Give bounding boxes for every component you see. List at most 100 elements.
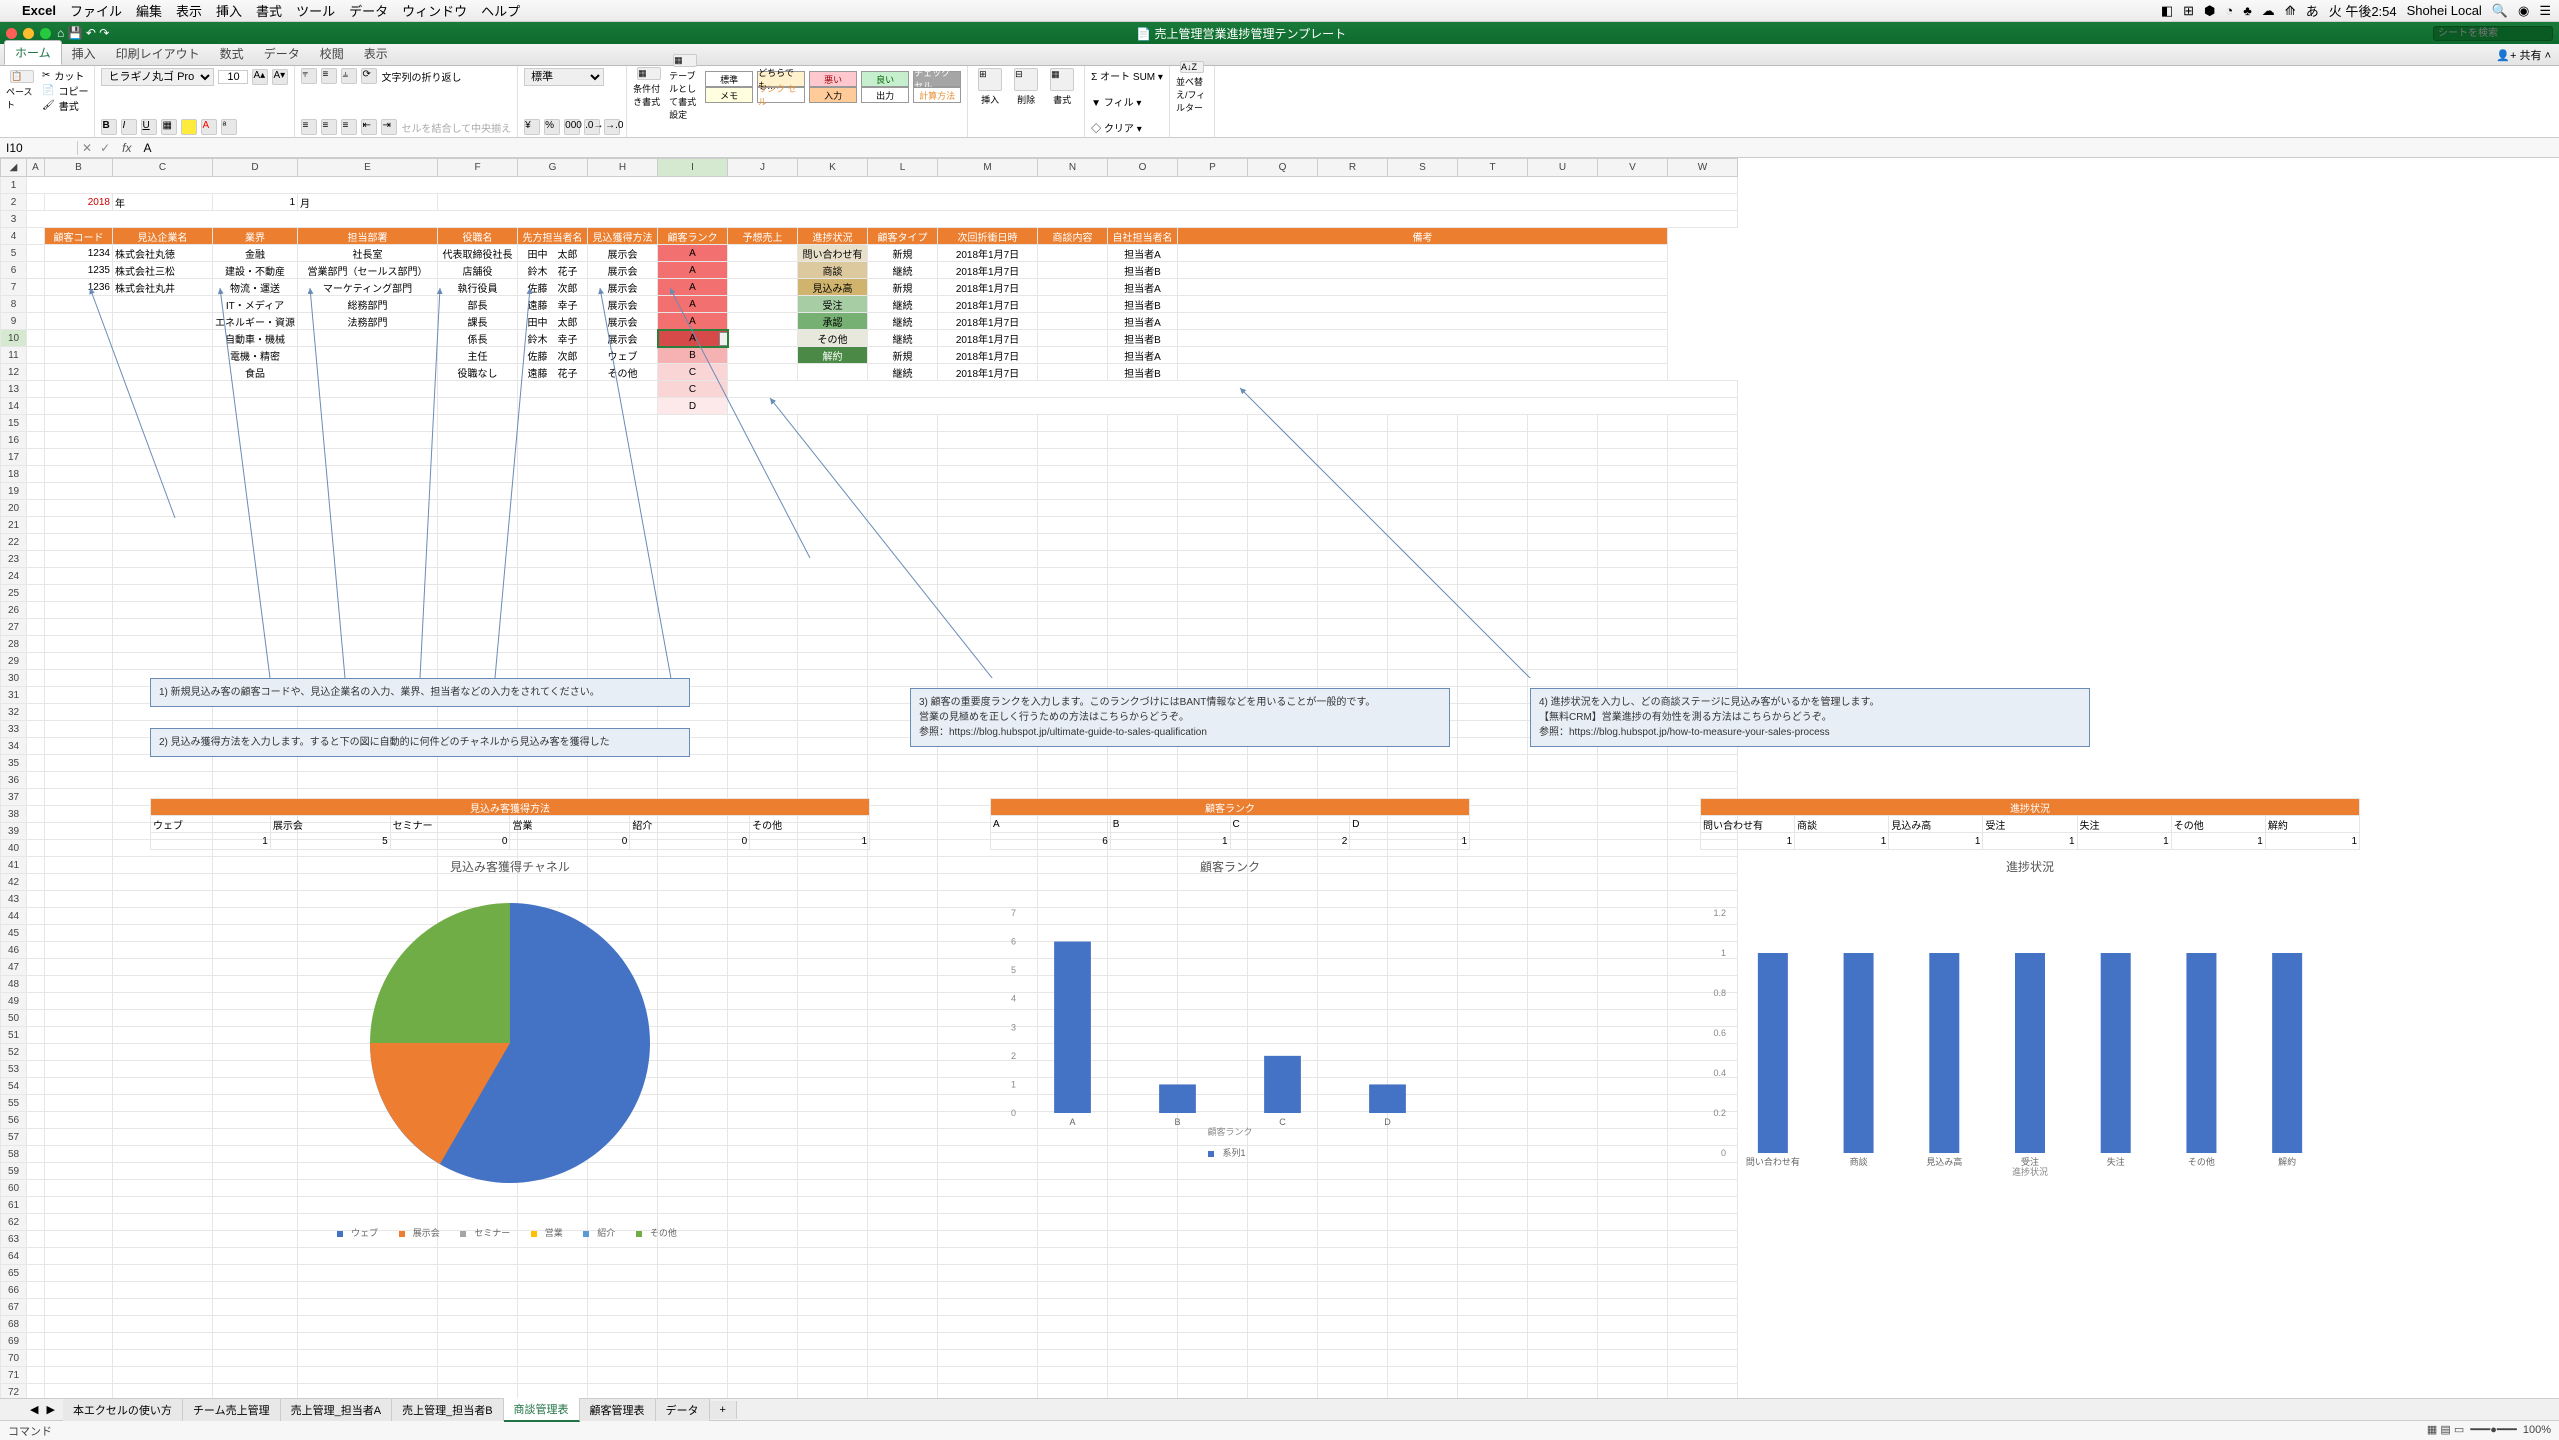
font-color-button[interactable]: A: [201, 119, 217, 135]
menu-file[interactable]: ファイル: [70, 1, 122, 20]
style-link[interactable]: リンク セル: [757, 87, 805, 103]
tray-icon[interactable]: ◔: [2225, 3, 2233, 18]
italic-button[interactable]: I: [121, 119, 137, 135]
align-middle-icon[interactable]: ≡: [321, 68, 337, 84]
number-format-select[interactable]: 標準: [524, 68, 604, 86]
fill-color-button[interactable]: [181, 119, 197, 135]
sheet-tab-active[interactable]: 商談管理表: [504, 1398, 580, 1422]
wifi-icon[interactable]: ⟰: [2285, 3, 2296, 19]
tab-view[interactable]: 表示: [354, 42, 398, 65]
percent-icon[interactable]: %: [544, 119, 560, 135]
share-button[interactable]: 👤+ 共有 ˄: [2488, 45, 2559, 65]
style-check[interactable]: チェック セル: [913, 71, 961, 87]
evernote-icon[interactable]: ♣: [2243, 3, 2252, 18]
column-headers[interactable]: ◢ ABCDEFGHIJKLMNOPQRSTUVW: [1, 159, 1738, 177]
style-input[interactable]: 入力: [809, 87, 857, 103]
fx-cancel-icon[interactable]: ✕: [78, 141, 96, 155]
qat-home-icon[interactable]: ⌂: [57, 26, 64, 40]
sort-filter-button[interactable]: A↓Z並べ替え/フィルター: [1176, 68, 1208, 106]
merge-button[interactable]: セルを結合して中央揃え: [401, 120, 511, 135]
style-memo[interactable]: メモ: [705, 87, 753, 103]
table-row[interactable]: 9 エネルギー・資源 法務部門課長 田中 太郎展示会 A 承認 継続2018年1…: [1, 313, 1738, 330]
qat-redo-icon[interactable]: ↷: [99, 26, 109, 40]
tab-nav-prev[interactable]: ◀: [30, 1403, 38, 1416]
conditional-format-button[interactable]: ▦条件付き書式: [633, 68, 665, 106]
select-all[interactable]: ◢: [1, 159, 27, 177]
font-size-input[interactable]: [218, 70, 248, 84]
menu-data[interactable]: データ: [349, 1, 388, 20]
zoom-button[interactable]: [40, 28, 51, 39]
menu-edit[interactable]: 編集: [136, 1, 162, 20]
menu-icon[interactable]: ☰: [2539, 3, 2551, 19]
increase-font-icon[interactable]: A▴: [252, 69, 268, 85]
underline-button[interactable]: U: [141, 119, 157, 135]
sheet-tab[interactable]: 売上管理_担当者B: [392, 1399, 503, 1421]
name-box[interactable]: I10: [0, 141, 78, 155]
table-row[interactable]: 12 食品 役職なし 遠藤 花子その他 C 継続2018年1月7日 担当者B: [1, 364, 1738, 381]
clear-button[interactable]: ◇ クリア ▾: [1091, 124, 1142, 135]
table-row[interactable]: 6 1235株式会社三松建設・不動産 営業部門（セールス部門）店舗役 鈴木 花子…: [1, 262, 1738, 279]
tab-data[interactable]: データ: [254, 42, 310, 65]
search-input[interactable]: [2433, 26, 2553, 41]
dropbox-icon[interactable]: ⬢: [2204, 3, 2215, 19]
autosum-button[interactable]: Σ オート SUM ▾: [1091, 72, 1163, 83]
view-break-icon[interactable]: ▭: [2454, 1424, 2464, 1436]
phonetic-button[interactable]: ᵃ: [221, 119, 237, 135]
tray-icon[interactable]: ◧: [2161, 3, 2173, 19]
style-output[interactable]: 出力: [861, 87, 909, 103]
view-layout-icon[interactable]: ▤: [2440, 1424, 2450, 1436]
tab-layout[interactable]: 印刷レイアウト: [106, 42, 210, 65]
align-bottom-icon[interactable]: ⫨: [341, 68, 357, 84]
paste-button[interactable]: 📋ペースト: [6, 72, 38, 110]
sheet-tab[interactable]: チーム売上管理: [183, 1399, 281, 1421]
style-normal[interactable]: 標準: [705, 71, 753, 87]
menu-help[interactable]: ヘルプ: [481, 1, 520, 20]
insert-button[interactable]: ⊞挿入: [974, 68, 1006, 106]
fx-confirm-icon[interactable]: ✓: [96, 141, 114, 155]
menu-insert[interactable]: 挿入: [216, 1, 242, 20]
formula-input[interactable]: A: [139, 141, 155, 155]
sheet-tab[interactable]: 本エクセルの使い方: [63, 1399, 183, 1421]
tab-review[interactable]: 校閲: [310, 42, 354, 65]
table-row[interactable]: 11 電機・精密 主任 佐藤 次郎ウェブ B 解約 新規2018年1月7日 担当…: [1, 347, 1738, 364]
format-button[interactable]: ▦書式: [1046, 68, 1078, 106]
tab-formula[interactable]: 数式: [210, 42, 254, 65]
tab-insert[interactable]: 挿入: [62, 42, 106, 65]
cloud-icon[interactable]: ☁: [2262, 3, 2275, 19]
align-top-icon[interactable]: ⫧: [301, 68, 317, 84]
user-name[interactable]: Shohei Local: [2407, 3, 2482, 18]
inc-decimal-icon[interactable]: .0→: [584, 119, 600, 135]
delete-button[interactable]: ⊟削除: [1010, 68, 1042, 106]
tab-home[interactable]: ホーム: [4, 40, 62, 65]
copy-button[interactable]: 📄 コピー: [42, 83, 88, 98]
align-center-icon[interactable]: ≡: [321, 119, 337, 135]
currency-icon[interactable]: ¥: [524, 119, 540, 135]
wrap-text-button[interactable]: 文字列の折り返し: [381, 69, 461, 84]
cut-button[interactable]: ✂ カット: [42, 68, 88, 83]
orientation-icon[interactable]: ⟳: [361, 68, 377, 84]
align-left-icon[interactable]: ≡: [301, 119, 317, 135]
zoom-level[interactable]: 100%: [2523, 1424, 2551, 1436]
siri-icon[interactable]: ◉: [2518, 3, 2529, 19]
fx-icon[interactable]: fx: [114, 141, 139, 155]
minimize-button[interactable]: [23, 28, 34, 39]
app-name[interactable]: Excel: [22, 3, 56, 18]
worksheet-area[interactable]: ◢ ABCDEFGHIJKLMNOPQRSTUVW 1 22018年1月 3 4…: [0, 158, 2559, 1398]
tab-nav-next[interactable]: ▶: [46, 1403, 54, 1416]
add-sheet-button[interactable]: +: [710, 1401, 737, 1419]
decrease-font-icon[interactable]: A▾: [272, 69, 288, 85]
tray-icon[interactable]: ⊞: [2183, 3, 2194, 19]
ime-icon[interactable]: あ: [2306, 1, 2319, 20]
dec-decimal-icon[interactable]: →.0: [604, 119, 620, 135]
table-row[interactable]: 10 自動車・機械 係長 鈴木 幸子展示会 A その他 継続2018年1月7日 …: [1, 330, 1738, 347]
table-row[interactable]: 7 1236株式会社丸井物流・運送 マーケティング部門執行役員 佐藤 次郎展示会…: [1, 279, 1738, 296]
indent-dec-icon[interactable]: ⇤: [361, 119, 377, 135]
align-right-icon[interactable]: ≡: [341, 119, 357, 135]
table-format-button[interactable]: ▦テーブルとして書式設定: [669, 68, 701, 106]
style-good[interactable]: 良い: [861, 71, 909, 87]
search-icon[interactable]: 🔍: [2492, 3, 2508, 19]
bold-button[interactable]: B: [101, 119, 117, 135]
sheet-tab[interactable]: 顧客管理表: [580, 1399, 656, 1421]
sheet-tab[interactable]: 売上管理_担当者A: [281, 1399, 392, 1421]
menu-view[interactable]: 表示: [176, 1, 202, 20]
